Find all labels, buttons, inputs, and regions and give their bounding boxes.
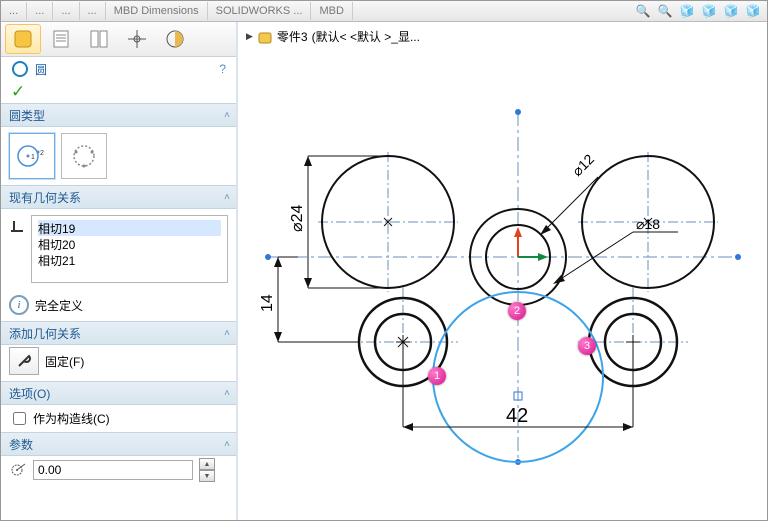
display-style-icon[interactable]: 🧊 [701, 3, 717, 19]
param-value-input[interactable] [33, 460, 193, 480]
section-options[interactable]: 选项(O) ˄ [1, 381, 236, 405]
display-manager-tab[interactable] [157, 24, 193, 54]
section-label: 参数 [9, 436, 33, 453]
panel-tabs [1, 22, 236, 57]
circle-tool-icon [11, 60, 29, 78]
section-circle-type[interactable]: 圆类型 ˄ [1, 103, 236, 127]
fix-label: 固定(F) [45, 353, 84, 370]
relation-item[interactable]: 相切21 [38, 252, 221, 268]
relation-status: 完全定义 [35, 297, 83, 314]
dimxpert-tab[interactable] [119, 24, 155, 54]
chevron-up-icon: ˄ [224, 439, 230, 450]
tab-mbd[interactable]: MBD [311, 2, 352, 20]
section-view-icon[interactable]: 🧊 [723, 3, 739, 19]
tab[interactable]: ... [27, 2, 53, 20]
tab[interactable]: ... [1, 2, 27, 20]
ok-button[interactable]: ✓ [1, 81, 236, 103]
zoom-fit-icon[interactable]: 🔍 [635, 3, 651, 19]
section-existing-relations[interactable]: 现有几何关系 ˄ [1, 185, 236, 209]
graphics-area[interactable]: ▶ 零件3 (默认< <默认 >_显... [238, 22, 767, 520]
configuration-manager-tab[interactable] [81, 24, 117, 54]
param-spinner[interactable]: ▲ ▼ [199, 458, 215, 482]
dim-d18: ⌀18 [636, 216, 660, 232]
view-orientation-icon[interactable]: 🧊 [679, 3, 695, 19]
section-label: 添加几何关系 [9, 325, 81, 342]
construction-checkbox[interactable] [13, 412, 26, 425]
section-add-relations[interactable]: 添加几何关系 ˄ [1, 321, 236, 345]
tab-solidworks-addins[interactable]: SOLIDWORKS ... [208, 2, 312, 20]
property-manager: 圆 ? ✓ 圆类型 ˄ 21 现有几何关系 ˄ [1, 22, 238, 520]
help-icon[interactable]: ? [219, 62, 226, 76]
tab-mbd-dimensions[interactable]: MBD Dimensions [106, 2, 208, 20]
tool-title: 圆 [35, 61, 47, 78]
relations-list[interactable]: 相切19 相切20 相切21 [31, 215, 228, 283]
section-label: 选项(O) [9, 385, 50, 402]
dim-d24: ⌀24 [289, 204, 306, 232]
tool-header: 圆 ? [1, 57, 236, 81]
ribbon-tabs: ... ... ... ... MBD Dimensions SOLIDWORK… [1, 1, 767, 22]
chevron-up-icon: ˄ [224, 328, 230, 339]
svg-text:2: 2 [40, 150, 44, 157]
dim-14: 14 [259, 294, 276, 312]
chevron-up-icon: ˄ [224, 192, 230, 203]
callout-3: 3 [578, 337, 596, 355]
relation-item[interactable]: 相切19 [38, 220, 221, 236]
spin-up[interactable]: ▲ [199, 458, 215, 470]
perimeter-circle-option[interactable] [61, 133, 107, 179]
tab[interactable]: ... [53, 2, 79, 20]
relation-item[interactable]: 相切20 [38, 236, 221, 252]
spin-down[interactable]: ▼ [199, 470, 215, 482]
chevron-up-icon: ˄ [224, 110, 230, 121]
property-manager-tab[interactable] [43, 24, 79, 54]
relation-type-icon [9, 215, 25, 283]
dim-42: 42 [506, 405, 528, 427]
center-circle-option[interactable]: 21 [9, 133, 55, 179]
sketch-svg: ⌀24 14 42 ⌀12 ⌀18 [238, 32, 768, 502]
tab[interactable]: ... [80, 2, 106, 20]
param-x-icon [9, 460, 27, 481]
svg-text:1: 1 [31, 154, 35, 161]
status-row: i 完全定义 [1, 289, 236, 321]
callout-1: 1 [428, 367, 446, 385]
section-label: 圆类型 [9, 107, 45, 124]
feature-manager-tab[interactable] [5, 24, 41, 54]
construction-label: 作为构造线(C) [33, 410, 110, 427]
section-label: 现有几何关系 [9, 189, 81, 206]
view-tools: 🔍 🔍 🧊 🧊 🧊 🧊 [635, 3, 761, 19]
chevron-up-icon: ˄ [224, 388, 230, 399]
scene-icon[interactable]: 🧊 [745, 3, 761, 19]
section-parameters[interactable]: 参数 ˄ [1, 432, 236, 456]
zoom-area-icon[interactable]: 🔍 [657, 3, 673, 19]
callout-2: 2 [508, 302, 526, 320]
info-icon: i [9, 295, 29, 315]
dim-d12: ⌀12 [569, 151, 597, 179]
fix-relation-button[interactable] [9, 347, 39, 375]
